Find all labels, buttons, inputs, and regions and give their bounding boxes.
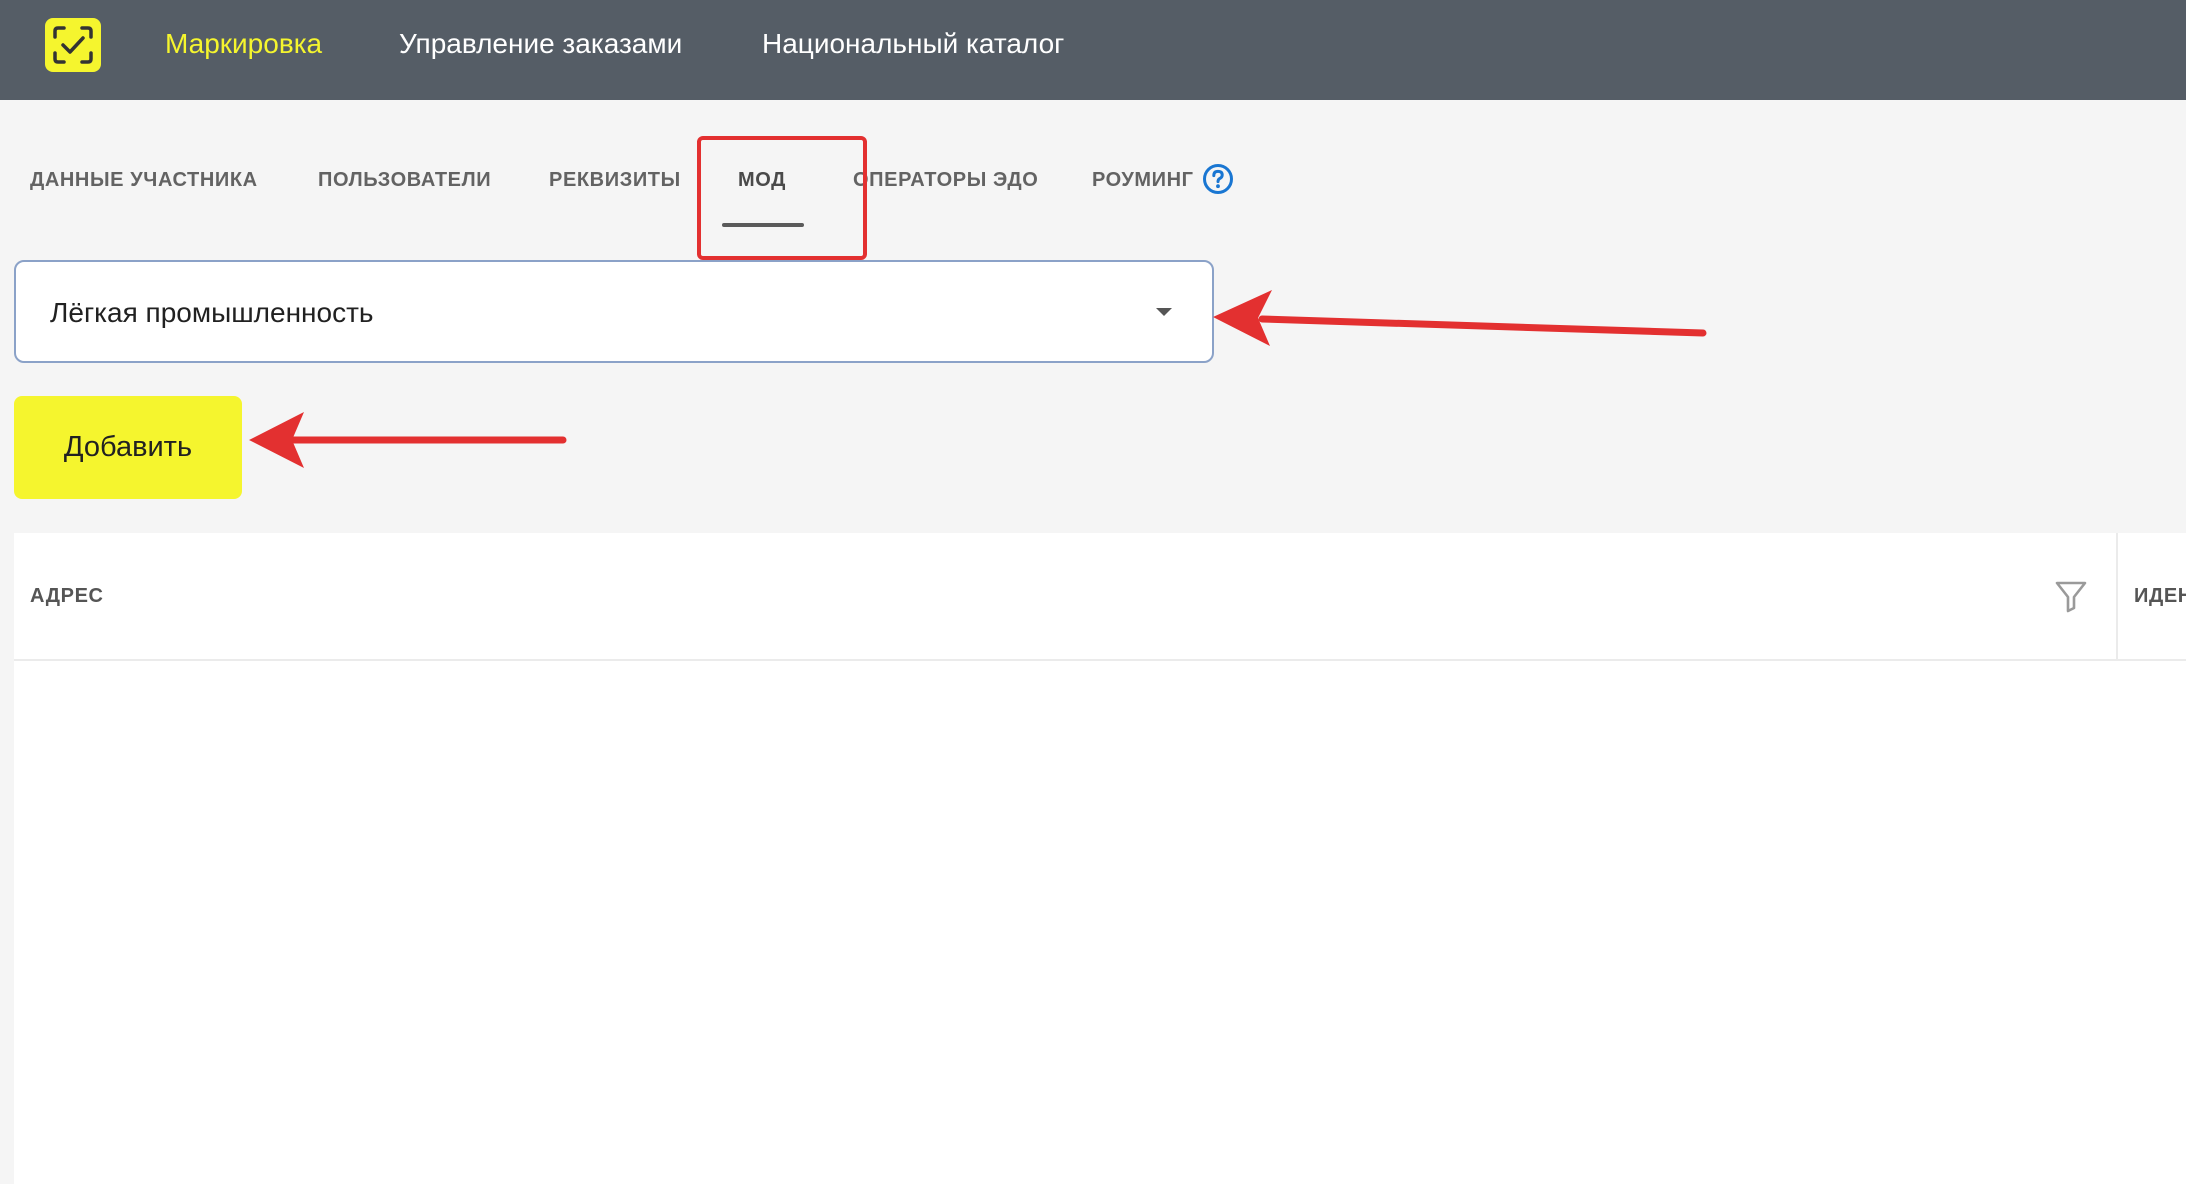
tab-users[interactable]: ПОЛЬЗОВАТЕЛИ <box>318 166 491 194</box>
tab-roaming[interactable]: РОУМИНГ <box>1092 166 1194 194</box>
add-button[interactable]: Добавить <box>14 396 242 499</box>
tab-requisites[interactable]: РЕКВИЗИТЫ <box>549 166 681 194</box>
filter-icon[interactable] <box>2054 579 2088 613</box>
question-circle-icon[interactable] <box>1202 163 1234 195</box>
column-divider <box>2116 533 2118 659</box>
data-table: АДРЕС ИДЕН <box>14 533 2186 1184</box>
tab-mod[interactable]: МОД <box>738 166 786 194</box>
top-navigation-bar: Маркировка Управление заказами Националь… <box>0 0 2186 100</box>
select-value: Лёгкая промышленность <box>50 297 374 328</box>
column-header-identifier[interactable]: ИДЕН <box>2134 582 2186 610</box>
table-header: АДРЕС ИДЕН <box>14 533 2186 661</box>
caret-down-icon <box>1156 308 1172 316</box>
tab-participant-data[interactable]: ДАННЫЕ УЧАСТНИКА <box>30 166 258 194</box>
product-group-select[interactable]: Лёгкая промышленность <box>14 260 1214 363</box>
tab-edo-operators[interactable]: ОПЕРАТОРЫ ЭДО <box>853 166 1038 194</box>
nav-item-national-catalog[interactable]: Национальный каталог <box>762 26 1064 62</box>
annotation-highlight-box <box>697 136 867 260</box>
nav-item-marking[interactable]: Маркировка <box>165 26 322 62</box>
scan-check-icon <box>53 26 93 64</box>
app-logo[interactable] <box>45 18 101 72</box>
active-tab-indicator <box>722 223 804 227</box>
column-header-address[interactable]: АДРЕС <box>30 582 104 610</box>
nav-item-order-management[interactable]: Управление заказами <box>399 26 682 62</box>
